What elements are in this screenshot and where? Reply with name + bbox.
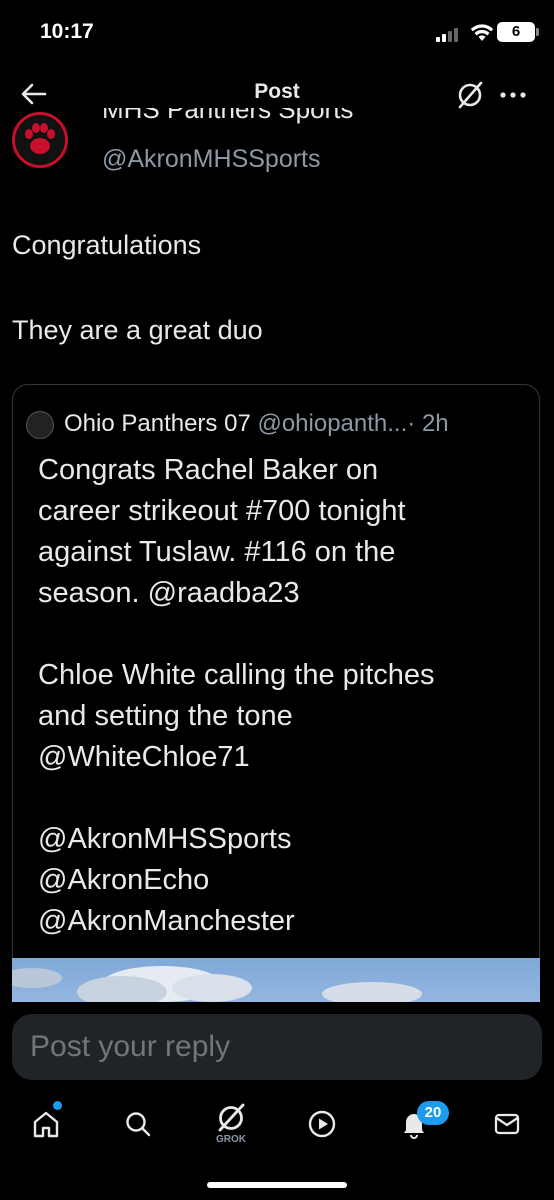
grok-icon	[218, 1103, 245, 1132]
notifications-badge: 20	[417, 1101, 449, 1125]
mail-icon	[494, 1113, 520, 1135]
search-icon	[126, 1112, 151, 1137]
wifi-icon	[470, 24, 494, 41]
tab-home[interactable]	[26, 1104, 66, 1144]
cellular-signal-icon	[436, 28, 462, 42]
author-name[interactable]: MHS Panthers Sports	[102, 108, 353, 130]
battery-icon: 6	[497, 22, 539, 42]
tab-grok-label: GROK	[216, 1134, 246, 1145]
more-options-icon[interactable]	[498, 80, 528, 110]
home-indicator	[207, 1182, 347, 1188]
quoted-author-name: Ohio Panthers 07	[64, 410, 251, 437]
reply-input[interactable]	[12, 1014, 542, 1080]
home-icon	[33, 1111, 59, 1138]
quoted-post-time: · 2h	[407, 410, 449, 437]
play-circle-icon	[308, 1110, 336, 1138]
avatar[interactable]	[12, 112, 68, 168]
home-notification-dot	[53, 1101, 62, 1110]
quoted-post-text: Congrats Rachel Baker on career strikeou…	[38, 454, 435, 937]
quoted-author-avatar	[26, 411, 54, 439]
tab-grok[interactable]	[211, 1098, 251, 1138]
quoted-post-header: Ohio Panthers 07 @ohiopanth...· 2h	[64, 410, 449, 438]
grok-icon[interactable]	[455, 80, 485, 110]
tab-messages[interactable]	[487, 1104, 527, 1144]
status-time: 10:17	[40, 20, 94, 43]
tab-communities[interactable]	[302, 1104, 342, 1144]
author-handle[interactable]: @AkronMHSSports	[102, 145, 321, 174]
quoted-author-handle: @ohiopanth...	[257, 410, 408, 437]
post-text-line: Congratulations	[12, 230, 202, 260]
paw-logo-icon	[15, 115, 65, 165]
post-text-line: They are a great duo	[12, 315, 263, 345]
tab-search[interactable]	[118, 1104, 158, 1144]
